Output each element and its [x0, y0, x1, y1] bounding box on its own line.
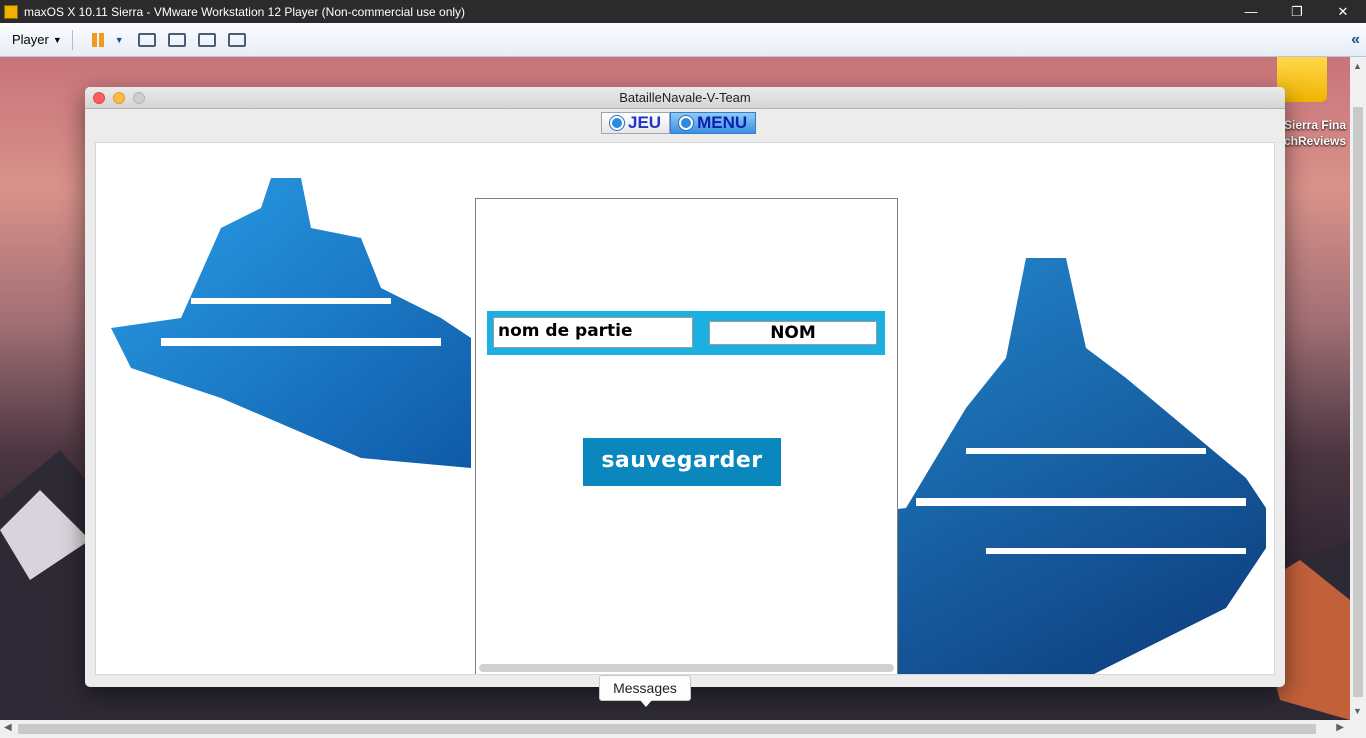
menu-panel: nom de partie NOM sauvegarder: [95, 142, 1275, 675]
menu-icon: [679, 116, 694, 130]
scroll-down-icon[interactable]: ▼: [1353, 706, 1362, 716]
pause-button[interactable]: [85, 29, 111, 51]
app-titlebar: BatailleNavale-V-Team: [85, 87, 1285, 109]
horizontal-scrollbar[interactable]: [479, 664, 894, 672]
minimize-icon[interactable]: —: [1228, 0, 1274, 23]
fullscreen-icon: [197, 32, 216, 47]
fullscreen-button[interactable]: [194, 29, 220, 51]
messages-tooltip[interactable]: Messages: [599, 675, 691, 707]
pause-dropdown-icon[interactable]: ▼: [115, 35, 124, 45]
close-icon[interactable]: ✕: [1320, 0, 1366, 23]
restore-icon[interactable]: ❐: [1274, 0, 1320, 23]
zoom-window-button[interactable]: [133, 92, 145, 104]
minimize-window-button[interactable]: [113, 92, 125, 104]
vmware-app-icon: [4, 4, 18, 19]
tab-menu-label: MENU: [697, 113, 748, 132]
send-ctrl-alt-del-button[interactable]: [134, 29, 160, 51]
save-dialog: nom de partie NOM sauvegarder: [475, 198, 898, 674]
horizontal-scroll-thumb[interactable]: [18, 724, 1316, 734]
tab-jeu[interactable]: JEU: [601, 112, 671, 134]
removable-devices-button[interactable]: [164, 29, 190, 51]
vmware-titlebar: maxOS X 10.11 Sierra - VMware Workstatio…: [0, 0, 1366, 23]
bottom-scrollbar[interactable]: ◀ ▶: [0, 720, 1366, 738]
name-bar: nom de partie NOM: [487, 311, 885, 355]
collapse-toolbar-icon[interactable]: «: [1351, 31, 1360, 49]
scroll-left-icon[interactable]: ◀: [4, 722, 12, 733]
unity-icon: [227, 32, 246, 47]
game-icon: [610, 116, 624, 130]
vertical-scroll-thumb[interactable]: [1353, 107, 1363, 697]
vertical-scrollbar[interactable]: ▲ ▼: [1350, 57, 1366, 720]
app-window: BatailleNavale-V-Team JEU MENU nom de pa…: [85, 87, 1285, 687]
tab-menu[interactable]: MENU: [670, 112, 757, 134]
battleship-image-left: [111, 178, 471, 468]
scroll-up-icon[interactable]: ▲: [1353, 61, 1362, 71]
removable-devices-icon: [167, 32, 186, 47]
scroll-right-icon[interactable]: ▶: [1336, 722, 1344, 733]
tab-bar: JEU MENU: [601, 112, 757, 134]
close-window-button[interactable]: [93, 92, 105, 104]
pause-icon: [91, 32, 104, 47]
toolbar-separator: [71, 29, 73, 50]
app-title: BatailleNavale-V-Team: [619, 90, 751, 105]
chevron-down-icon: ▼: [52, 34, 62, 45]
tab-jeu-label: JEU: [628, 113, 662, 132]
vmware-toolbar: Player ▼ ▼ «: [0, 23, 1366, 57]
game-name-input[interactable]: nom de partie: [493, 317, 693, 348]
window-title: maxOS X 10.11 Sierra - VMware Workstatio…: [24, 4, 466, 19]
drive-label[interactable]: Sierra Fina chReviews: [1284, 117, 1346, 149]
send-ctrl-alt-del-icon: [137, 32, 156, 47]
unity-button[interactable]: [224, 29, 250, 51]
player-menu-label: Player: [12, 32, 49, 47]
traffic-lights: [93, 92, 145, 104]
player-menu[interactable]: Player ▼: [12, 32, 62, 47]
nom-button[interactable]: NOM: [709, 321, 877, 345]
save-button[interactable]: sauvegarder: [583, 438, 781, 486]
